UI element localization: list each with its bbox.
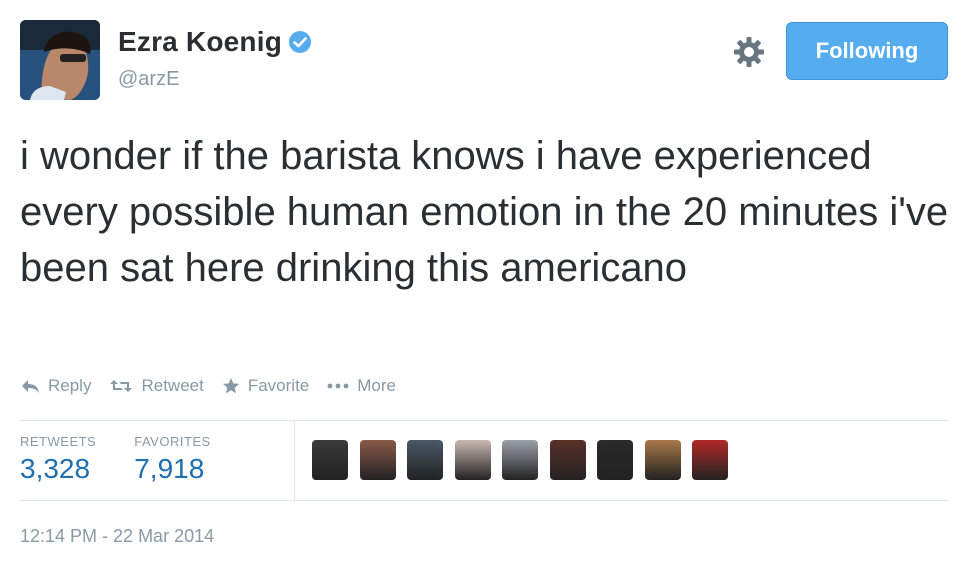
reply-icon	[20, 378, 40, 394]
favoriter-avatar[interactable]	[312, 440, 348, 480]
favoriter-avatar[interactable]	[359, 440, 396, 480]
retweets-label: RETWEETS	[20, 434, 97, 449]
favorite-button[interactable]: Favorite	[222, 376, 309, 396]
user-name-row[interactable]: Ezra Koenig	[118, 26, 312, 58]
user-name[interactable]: Ezra Koenig	[118, 26, 282, 58]
favorites-label: FAVORITES	[134, 434, 211, 449]
tweet-actions: Reply Retweet Favorite More	[20, 376, 414, 396]
retweet-label: Retweet	[141, 376, 204, 395]
favoriter-avatar[interactable]	[597, 440, 633, 480]
tweet-timestamp[interactable]: 12:14 PM - 22 Mar 2014	[20, 526, 214, 547]
favoriter-avatar[interactable]	[407, 440, 443, 480]
stats-divider	[294, 420, 295, 500]
favorites-count: 7,918	[134, 453, 205, 484]
retweets-stat[interactable]: RETWEETS 3,328	[20, 420, 134, 500]
favoriter-avatar[interactable]	[502, 440, 538, 480]
favoriter-avatar[interactable]	[692, 440, 728, 480]
more-label: More	[357, 376, 396, 395]
following-button[interactable]: Following	[786, 22, 948, 80]
divider-bottom	[20, 500, 948, 501]
favorite-label: Favorite	[247, 376, 310, 395]
user-handle[interactable]: @arzE	[118, 68, 179, 91]
tweet-stats: RETWEETS 3,328 FAVORITES 7,918	[20, 420, 249, 500]
favoriter-avatar[interactable]	[549, 440, 586, 480]
retweets-count: 3,328	[20, 453, 91, 484]
favorites-stat[interactable]: FAVORITES 7,918	[134, 420, 249, 500]
reply-label: Reply	[48, 376, 92, 395]
favoriter-avatar[interactable]	[644, 440, 681, 480]
retweet-button[interactable]: Retweet	[109, 376, 204, 396]
favorited-by-avatars	[312, 440, 740, 480]
reply-button[interactable]: Reply	[20, 376, 91, 396]
avatar[interactable]	[20, 20, 100, 100]
retweet-icon	[109, 378, 133, 394]
star-icon	[222, 377, 240, 395]
tweet-text: i wonder if the barista knows i have exp…	[20, 134, 949, 290]
verified-badge-icon	[288, 30, 312, 54]
more-icon	[327, 382, 349, 390]
gear-icon[interactable]	[732, 35, 766, 69]
more-button[interactable]: More	[327, 376, 396, 396]
favoriter-avatar[interactable]	[454, 440, 491, 480]
